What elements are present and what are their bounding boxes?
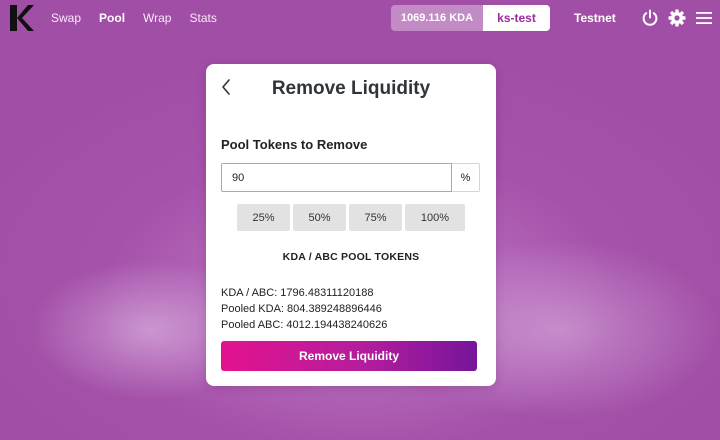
pooled-kda: Pooled KDA: 804.389248896446 bbox=[221, 303, 382, 315]
nav-swap[interactable]: Swap bbox=[51, 11, 81, 25]
nav-wrap[interactable]: Wrap bbox=[143, 11, 171, 25]
pool-tokens-heading: KDA / ABC POOL TOKENS bbox=[282, 251, 420, 263]
nav-stats[interactable]: Stats bbox=[189, 11, 216, 25]
preset-25-button[interactable]: 25% bbox=[237, 204, 290, 231]
nav-pool[interactable]: Pool bbox=[99, 11, 125, 25]
percent-unit-label: % bbox=[452, 163, 480, 192]
page-title: Remove Liquidity bbox=[271, 78, 431, 99]
pool-info: KDA / ABC: 1796.48311120188 Pooled KDA: … bbox=[221, 285, 387, 333]
wallet-balance: 1069.116 KDA bbox=[391, 5, 483, 31]
main-nav: Swap Pool Wrap Stats bbox=[51, 11, 235, 25]
preset-50-button[interactable]: 50% bbox=[293, 204, 346, 231]
percentage-presets: 25% 50% 75% 100% bbox=[237, 204, 465, 231]
network-selector[interactable]: Testnet bbox=[574, 11, 616, 25]
preset-100-button[interactable]: 100% bbox=[405, 204, 465, 231]
top-navigation-bar: Swap Pool Wrap Stats 1069.116 KDA ks-tes… bbox=[0, 0, 720, 36]
percentage-input[interactable] bbox=[221, 163, 452, 192]
pool-tokens-label: Pool Tokens to Remove bbox=[221, 137, 368, 152]
hamburger-menu-icon[interactable] bbox=[695, 9, 713, 27]
remove-liquidity-card: Remove Liquidity Pool Tokens to Remove %… bbox=[206, 64, 496, 386]
remove-liquidity-button[interactable]: Remove Liquidity bbox=[221, 341, 477, 371]
kaddex-logo-icon[interactable] bbox=[10, 5, 34, 31]
gear-icon[interactable] bbox=[668, 9, 686, 27]
power-icon[interactable] bbox=[641, 9, 659, 27]
pooled-abc: Pooled ABC: 4012.194438240626 bbox=[221, 319, 388, 331]
pool-token-balance: KDA / ABC: 1796.48311120188 bbox=[221, 287, 374, 299]
account-button[interactable]: ks-test bbox=[483, 5, 550, 31]
preset-75-button[interactable]: 75% bbox=[349, 204, 402, 231]
